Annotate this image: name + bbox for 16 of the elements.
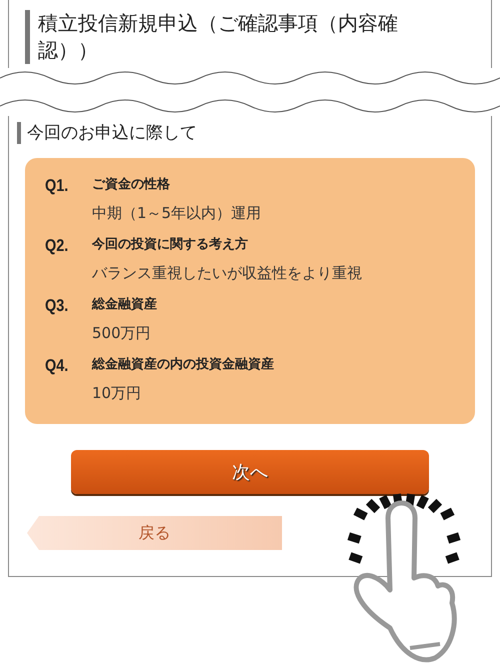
question-number: Q2. bbox=[45, 235, 70, 257]
question-text: 総金融資産 bbox=[92, 296, 157, 314]
answer-text: バランス重視したいが収益性をより重視 bbox=[92, 263, 362, 284]
question-text: 総金融資産の内の投資金融資産 bbox=[92, 356, 274, 374]
answer-text: 中期（1～5年以内）運用 bbox=[92, 203, 262, 224]
back-button[interactable]: 戻る bbox=[27, 516, 282, 550]
answer-text: 10万円 bbox=[92, 383, 142, 404]
question-text: ご資金の性格 bbox=[92, 176, 171, 194]
section-heading: 今回のお申込に際して bbox=[27, 122, 198, 144]
answer-text: 500万円 bbox=[92, 323, 152, 344]
question-number: Q3. bbox=[45, 295, 70, 317]
question-number: Q4. bbox=[45, 355, 70, 377]
question-number: Q1. bbox=[45, 175, 70, 197]
next-button[interactable]: 次へ bbox=[71, 450, 429, 494]
page-title: 積立投信新規申込（ご確認事項（内容確認）） bbox=[38, 10, 399, 64]
question-text: 今回の投資に関する考え方 bbox=[92, 236, 249, 254]
